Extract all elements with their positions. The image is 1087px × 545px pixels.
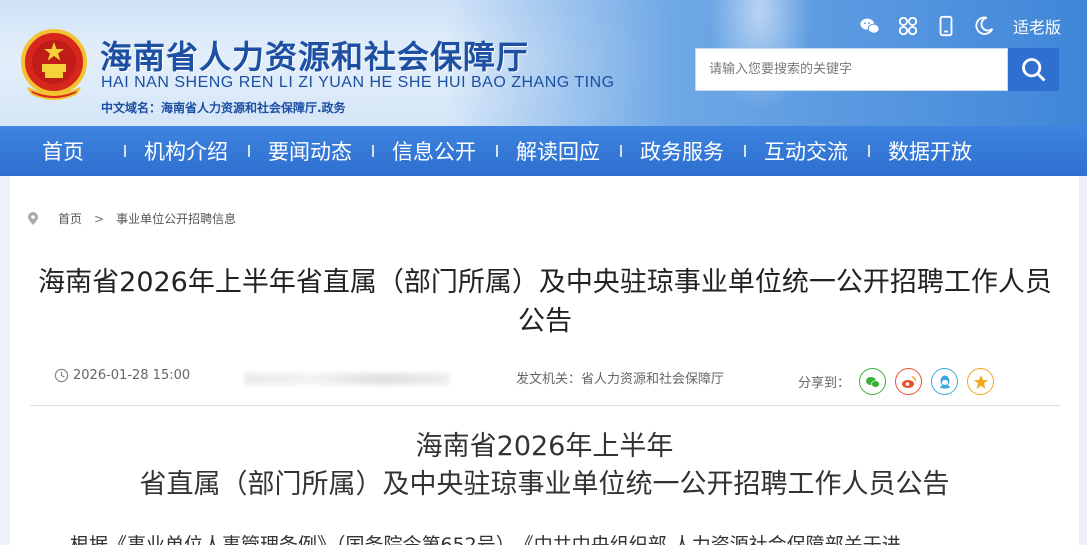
issuer: 发文机关：省人力资源和社会保障厅 xyxy=(516,368,724,387)
article-body-text: 根据《事业单位人事管理条例》（国务院令第652号）、《中共中央组织部 人力资源社… xyxy=(70,534,901,545)
apps-icon[interactable] xyxy=(897,15,919,37)
nav-item-interpretation[interactable]: 解读回应 xyxy=(496,136,620,166)
qq-icon xyxy=(939,375,950,389)
site-pinyin: HAI NAN SHENG REN LI ZI YUAN HE SHE HUI … xyxy=(101,74,615,91)
nav-item-news[interactable]: 要闻动态 xyxy=(248,136,372,166)
divider xyxy=(30,405,1060,406)
top-tools: 适老版 xyxy=(859,14,1061,38)
search-button[interactable] xyxy=(1008,48,1059,91)
issuer-value: 省人力资源和社会保障厅 xyxy=(581,372,725,387)
breadcrumb-current[interactable]: 事业单位公开招聘信息 xyxy=(116,210,236,227)
nav-item-open-data[interactable]: 数据开放 xyxy=(868,136,992,166)
national-emblem-icon[interactable] xyxy=(20,28,88,100)
main-nav: 首页 机构介绍 要闻动态 信息公开 解读回应 政务服务 互动交流 数据开放 xyxy=(0,126,1087,176)
search-icon xyxy=(1021,57,1045,81)
wechat-icon[interactable] xyxy=(859,15,881,37)
search-box xyxy=(695,48,1059,91)
share-wechat-button[interactable] xyxy=(859,368,887,395)
location-pin-icon xyxy=(28,212,38,225)
nav-item-interaction[interactable]: 互动交流 xyxy=(744,136,868,166)
nav-item-services[interactable]: 政务服务 xyxy=(620,136,744,166)
site-header: 海南省人力资源和社会保障厅 HAI NAN SHENG REN LI ZI YU… xyxy=(0,0,1087,126)
elder-mode-link[interactable]: 适老版 xyxy=(1013,14,1061,38)
nav-item-about[interactable]: 机构介绍 xyxy=(124,136,248,166)
wechat-icon xyxy=(865,376,880,388)
breadcrumb-separator: > xyxy=(94,211,105,226)
share-qq-button[interactable] xyxy=(931,368,959,395)
document-heading-line1: 海南省2026年上半年 xyxy=(415,431,674,462)
document-heading-line2: 省直属（部门所属）及中央驻琼事业单位统一公开招聘工作人员公告 xyxy=(139,469,950,500)
publish-date: 2026-01-28 15:00 xyxy=(54,368,190,383)
moon-icon[interactable] xyxy=(973,15,995,37)
breadcrumb: 首页 > 事业单位公开招聘信息 xyxy=(28,210,236,227)
mobile-icon[interactable] xyxy=(935,15,957,37)
article-title: 海南省2026年上半年省直属（部门所属）及中央驻琼事业单位统一公开招聘工作人员公… xyxy=(38,267,1052,337)
clock-icon xyxy=(54,368,69,383)
nav-item-home[interactable]: 首页 xyxy=(22,136,124,166)
weibo-icon xyxy=(901,375,916,388)
search-input[interactable] xyxy=(695,48,1008,91)
share-bar: 分享到： xyxy=(798,368,995,395)
nav-item-disclosure[interactable]: 信息公开 xyxy=(372,136,496,166)
breadcrumb-home[interactable]: 首页 xyxy=(58,210,82,227)
site-title[interactable]: 海南省人力资源和社会保障厅 xyxy=(100,32,529,78)
star-icon xyxy=(973,374,988,389)
site-domain: 中文域名：海南省人力资源和社会保障厅.政务 xyxy=(101,101,346,115)
article-meta: 2026-01-28 15:00 发文机关：省人力资源和社会保障厅 分享到： xyxy=(54,368,1014,395)
share-weibo-button[interactable] xyxy=(895,368,923,395)
main-content: 首页 > 事业单位公开招聘信息 海南省2026年上半年省直属（部门所属）及中央驻… xyxy=(10,176,1079,545)
issuer-label: 发文机关： xyxy=(516,372,582,387)
share-qzone-button[interactable] xyxy=(967,368,995,395)
publish-date-text: 2026-01-28 15:00 xyxy=(73,368,191,383)
share-label: 分享到： xyxy=(798,376,851,391)
redacted-text xyxy=(244,373,449,385)
